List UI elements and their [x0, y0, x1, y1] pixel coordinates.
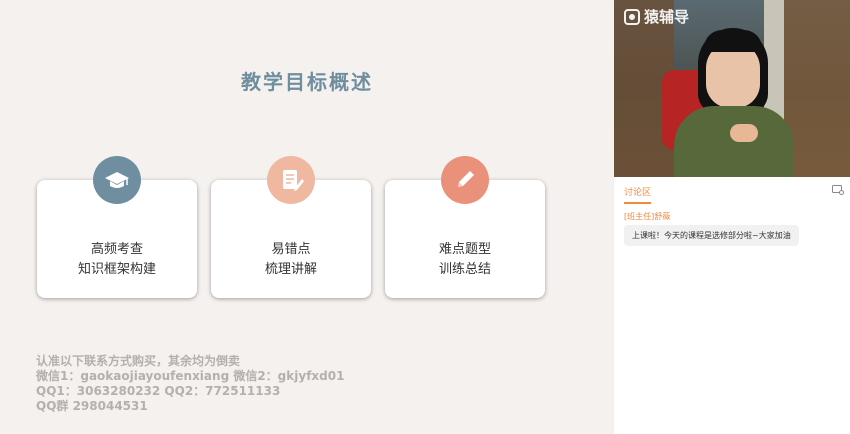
slide-area: 教学目标概述 高频考查 知识框架构建 易错点 梳理讲解 难点题型 训练总结 认准… [0, 0, 614, 434]
card-line-2: 知识框架构建 [77, 262, 156, 277]
graduation-cap-icon [93, 156, 141, 204]
chat-tab-bar: 讨论区 [614, 177, 850, 204]
message-bubble: 上课啦！今天的课程是选修部分啦~大家加油 [624, 225, 799, 246]
purchase-notice: 认准以下联系方式购买，其余均为倒卖 微信1：gaokaojiayoufenxia… [36, 354, 344, 414]
brand-logo: 猿辅导 [624, 6, 689, 27]
tab-discussion[interactable]: 讨论区 [624, 185, 652, 204]
objective-card-frequent: 高频考查 知识框架构建 [37, 156, 197, 298]
message-sender: [班主任]舒薇 [624, 212, 671, 221]
card-line-1: 高频考查 [90, 242, 143, 257]
logo-icon [624, 8, 640, 25]
side-panel: 猿辅导 讨论区 [班主任]舒薇 上课啦！今天的课程是选修部分啦~大家加油 [614, 0, 850, 434]
logo-text: 猿辅导 [644, 8, 690, 26]
card-line-1: 易错点 [271, 242, 311, 257]
card-line-2: 梳理讲解 [264, 262, 317, 277]
teacher-video[interactable]: 猿辅导 [614, 0, 850, 177]
notice-line: 认准以下联系方式购买，其余均为倒卖 [36, 354, 241, 368]
teacher-bangs [704, 30, 762, 52]
notice-line: 微信1：gaokaojiayoufenxiang 微信2：gkjyfxd01 [36, 369, 345, 383]
slide-title: 教学目标概述 [241, 70, 373, 94]
objective-card-difficult: 难点题型 训练总结 [385, 156, 545, 298]
teacher-hand [730, 124, 758, 142]
notice-line: QQ群 298044531 [36, 399, 148, 413]
chat-settings-icon[interactable] [832, 185, 844, 195]
card-line-2: 训练总结 [438, 262, 491, 277]
notice-line: QQ1：3063280232 QQ2：772511133 [36, 384, 281, 398]
document-edit-icon [267, 156, 315, 204]
card-line-1: 难点题型 [438, 242, 491, 257]
objective-card-errors: 易错点 梳理讲解 [211, 156, 371, 298]
pencil-icon [441, 156, 489, 204]
teacher-body [674, 106, 794, 177]
